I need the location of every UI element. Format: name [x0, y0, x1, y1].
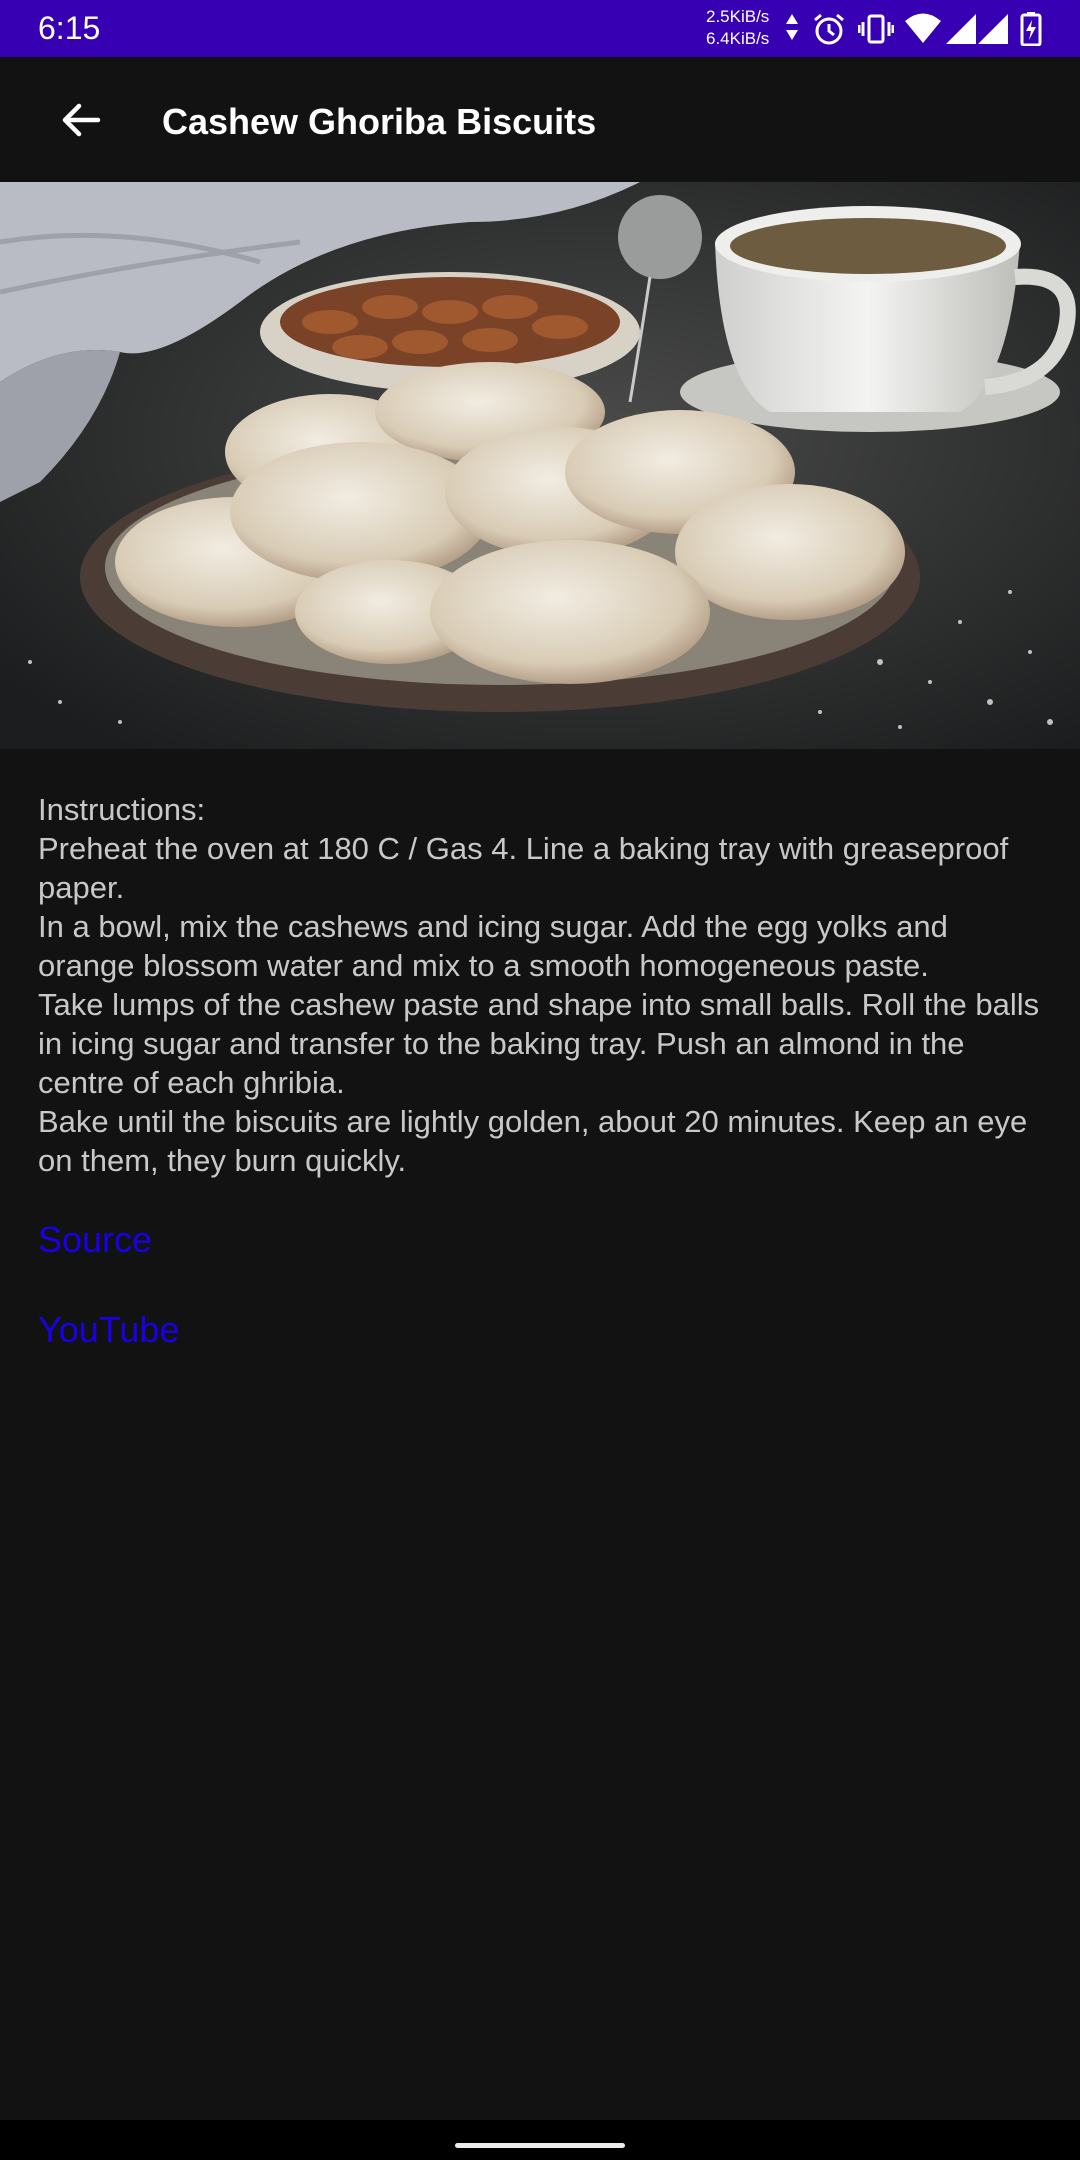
wifi-icon: [905, 13, 941, 43]
status-time: 6:15: [38, 10, 101, 46]
instructions-text: Instructions: Preheat the oven at 180 C …: [38, 792, 1040, 1178]
download-speed: 6.4KiB/s: [706, 29, 770, 48]
source-link[interactable]: Source: [38, 1218, 1048, 1262]
recipe-image: [0, 182, 1080, 749]
youtube-link[interactable]: YouTube: [38, 1308, 1048, 1352]
network-speed: 2.5KiB/s 6.4KiB/s: [706, 6, 769, 50]
app-bar: Cashew Ghoriba Biscuits: [0, 57, 1080, 182]
navigation-bar: [0, 2120, 1080, 2160]
home-gesture-handle[interactable]: [455, 2143, 625, 2148]
status-bar: 6:15 2.5KiB/s 6.4KiB/s: [0, 0, 1080, 57]
data-arrows-icon: [786, 14, 798, 40]
recipe-content: Instructions: Preheat the oven at 180 C …: [38, 790, 1048, 1352]
signal-icon: [946, 14, 976, 44]
alarm-icon: [814, 13, 844, 45]
vibrate-icon: [858, 14, 894, 44]
battery-charging-icon: [1020, 12, 1042, 46]
upload-speed: 2.5KiB/s: [706, 7, 770, 26]
signal-icon: [978, 14, 1008, 44]
page-title: Cashew Ghoriba Biscuits: [162, 101, 597, 142]
back-button[interactable]: [40, 87, 122, 153]
arrow-back-icon: [62, 103, 101, 137]
